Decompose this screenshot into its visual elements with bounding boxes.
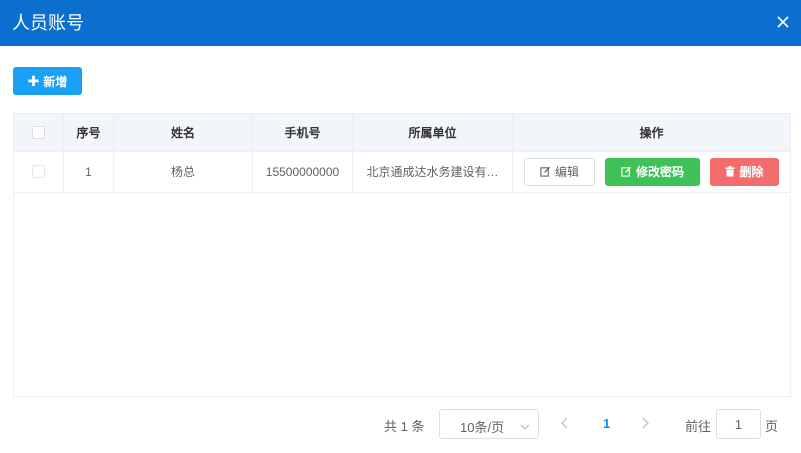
total-count: 共 1 条 [384,419,425,434]
header-select-cell [14,114,64,151]
goto-label: 前往 [685,419,712,434]
header-unit: 所属单位 [353,114,513,151]
current-page[interactable]: 1 [603,416,610,431]
row-select-cell [14,151,64,192]
change-password-label: 修改密码 [635,165,684,179]
edit-icon [540,166,551,177]
dialog-title: 人员账号 [12,13,84,33]
trash-icon [725,166,735,177]
row-unit: 北京通成达水务建设有… [366,165,499,179]
chevron-down-icon [520,420,530,435]
table-header-row: 序号 姓名 手机号 所属单位 操作 [14,114,790,152]
header-actions: 操作 [639,126,664,140]
row-actions: 编辑 修改密码 删除 [513,151,790,192]
row-phone: 15500000000 [253,151,353,192]
chevron-right-icon[interactable] [640,417,650,432]
row-index: 1 [64,151,114,192]
header-phone: 手机号 [253,114,353,151]
row-unit-cell: 北京通成达水务建设有… [353,151,513,192]
add-button[interactable]: ✚ 新增 [13,67,82,95]
goto-page-input[interactable] [716,409,761,439]
header-index: 序号 [64,114,114,151]
delete-button[interactable]: 删除 [710,157,779,186]
edit-icon [621,166,632,177]
page-size-select[interactable]: 10条/页 [439,409,539,439]
header-name: 姓名 [114,114,253,151]
chevron-left-icon[interactable] [560,417,570,432]
user-table: 序号 姓名 手机号 所属单位 操作 1 杨总 15500000000 北京通成达… [13,113,791,397]
change-password-button[interactable]: 修改密码 [605,157,700,186]
add-button-label: 新增 [43,74,68,89]
delete-label: 删除 [739,165,764,179]
close-icon[interactable] [773,12,793,32]
page-size-value: 10条/页 [460,420,505,435]
plus-icon: ✚ [27,73,40,89]
pagination: 共 1 条 10条/页 1 前往 页 [0,409,801,439]
select-all-checkbox[interactable] [32,126,45,139]
row-name: 杨总 [114,151,253,192]
table-row: 1 杨总 15500000000 北京通成达水务建设有… 编辑 修改密码 删除 [14,151,790,193]
goto-suffix: 页 [765,419,779,434]
dialog-header: 人员账号 [0,0,801,46]
row-checkbox[interactable] [32,165,45,178]
edit-label: 编辑 [554,165,579,179]
edit-button[interactable]: 编辑 [524,157,595,186]
